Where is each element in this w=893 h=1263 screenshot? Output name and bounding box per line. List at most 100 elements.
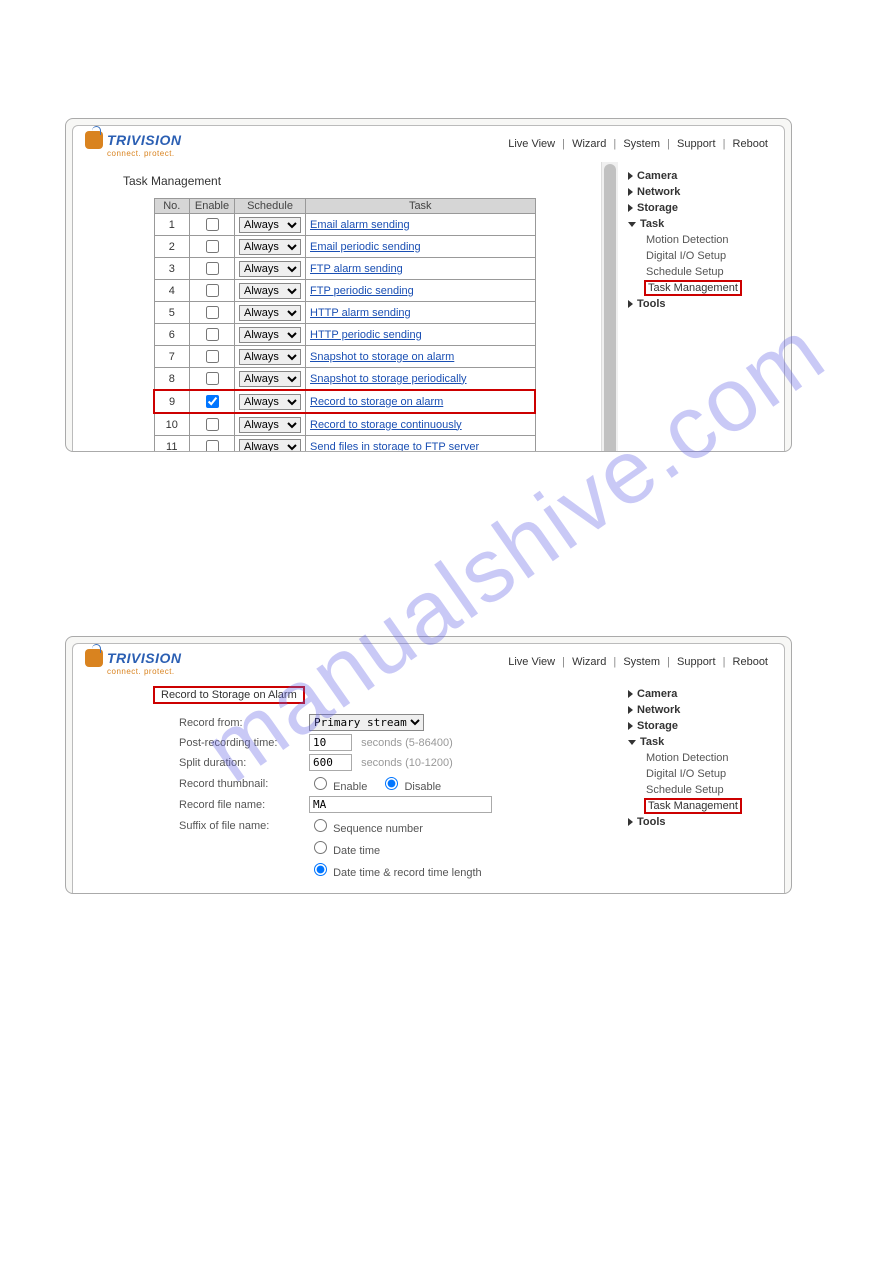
table-row: 5AlwaysHTTP alarm sending — [154, 302, 535, 324]
sidebar-sub-digital[interactable]: Digital I/O Setup — [618, 248, 778, 264]
enable-checkbox[interactable] — [206, 240, 219, 253]
radio-thumb-disable[interactable] — [385, 777, 398, 790]
sidebar-item-tools[interactable]: Tools — [618, 814, 778, 830]
cell-schedule: Always — [235, 302, 306, 324]
radio-thumb-enable[interactable] — [314, 777, 327, 790]
radio-suffix-seq[interactable] — [314, 819, 327, 832]
schedule-select[interactable]: Always — [239, 417, 301, 433]
nav-system[interactable]: System — [623, 656, 660, 668]
task-link[interactable]: FTP periodic sending — [310, 285, 414, 297]
input-split-duration[interactable] — [309, 754, 352, 771]
sidebar-sub-digital[interactable]: Digital I/O Setup — [618, 766, 778, 782]
label-split-duration: Split duration: — [179, 757, 309, 769]
nav-live-view[interactable]: Live View — [508, 138, 555, 150]
table-row: 4AlwaysFTP periodic sending — [154, 280, 535, 302]
label-filename: Record file name: — [179, 799, 309, 811]
sidebar-sub-motion[interactable]: Motion Detection — [618, 750, 778, 766]
sidebar-item-task[interactable]: Task — [618, 216, 778, 232]
label-suffix: Suffix of file name: — [179, 820, 309, 832]
enable-checkbox[interactable] — [206, 306, 219, 319]
schedule-select[interactable]: Always — [239, 283, 301, 299]
sidebar-item-task[interactable]: Task — [618, 734, 778, 750]
task-link[interactable]: FTP alarm sending — [310, 263, 403, 275]
nav-system[interactable]: System — [623, 138, 660, 150]
input-post-recording[interactable] — [309, 734, 352, 751]
cell-schedule: Always — [235, 236, 306, 258]
sidebar-sub-schedule[interactable]: Schedule Setup — [618, 264, 778, 280]
sidebar-sub-motion[interactable]: Motion Detection — [618, 232, 778, 248]
sidebar-sub-task-management[interactable]: Task Management — [644, 280, 742, 296]
nav-wizard[interactable]: Wizard — [572, 138, 606, 150]
cell-task: HTTP alarm sending — [306, 302, 536, 324]
cell-schedule: Always — [235, 390, 306, 413]
scrollbar[interactable] — [601, 162, 618, 452]
schedule-select[interactable]: Always — [239, 327, 301, 343]
schedule-select[interactable]: Always — [239, 239, 301, 255]
chevron-right-icon — [628, 188, 633, 196]
schedule-select[interactable]: Always — [239, 217, 301, 233]
cell-task: Snapshot to storage periodically — [306, 368, 536, 391]
nav-support[interactable]: Support — [677, 656, 716, 668]
sidebar-sub-schedule[interactable]: Schedule Setup — [618, 782, 778, 798]
table-row: 11AlwaysSend files in storage to FTP ser… — [154, 436, 535, 453]
logo-brand: TRIVISION — [107, 650, 182, 666]
cell-task: Record to storage on alarm — [306, 390, 536, 413]
task-link[interactable]: Record to storage on alarm — [310, 396, 443, 408]
task-link[interactable]: Snapshot to storage periodically — [310, 373, 467, 385]
cell-task: Email periodic sending — [306, 236, 536, 258]
label-post-recording: Post-recording time: — [179, 737, 309, 749]
page-title: Task Management — [123, 174, 612, 188]
sidebar-item-camera[interactable]: Camera — [618, 168, 778, 184]
sidebar-item-network[interactable]: Network — [618, 184, 778, 200]
task-link[interactable]: Record to storage continuously — [310, 419, 462, 431]
schedule-select[interactable]: Always — [239, 349, 301, 365]
main-content: Record to Storage on Alarm Record from: … — [73, 680, 618, 894]
sidebar-item-network[interactable]: Network — [618, 702, 778, 718]
sidebar-item-camera[interactable]: Camera — [618, 686, 778, 702]
sidebar-item-storage[interactable]: Storage — [618, 200, 778, 216]
nav-wizard[interactable]: Wizard — [572, 656, 606, 668]
enable-checkbox[interactable] — [206, 350, 219, 363]
enable-checkbox[interactable] — [206, 418, 219, 431]
task-link[interactable]: Email alarm sending — [310, 219, 410, 231]
label-record-from: Record from: — [179, 717, 309, 729]
schedule-select[interactable]: Always — [239, 305, 301, 321]
nav-reboot[interactable]: Reboot — [733, 656, 768, 668]
schedule-select[interactable]: Always — [239, 439, 301, 453]
nav-support[interactable]: Support — [677, 138, 716, 150]
enable-checkbox[interactable] — [206, 440, 219, 452]
input-filename[interactable] — [309, 796, 492, 813]
task-link[interactable]: HTTP periodic sending — [310, 329, 422, 341]
sidebar-item-tools[interactable]: Tools — [618, 296, 778, 312]
table-row: 7AlwaysSnapshot to storage on alarm — [154, 346, 535, 368]
task-table: No. Enable Schedule Task 1AlwaysEmail al… — [153, 198, 536, 452]
select-record-from[interactable]: Primary stream — [309, 714, 424, 731]
nav-live-view[interactable]: Live View — [508, 656, 555, 668]
cell-enable — [190, 346, 235, 368]
enable-checkbox[interactable] — [206, 218, 219, 231]
radio-suffix-datetime[interactable] — [314, 841, 327, 854]
task-link[interactable]: Email periodic sending — [310, 241, 421, 253]
schedule-select[interactable]: Always — [239, 261, 301, 277]
schedule-select[interactable]: Always — [239, 371, 301, 387]
enable-checkbox[interactable] — [206, 372, 219, 385]
table-row: 3AlwaysFTP alarm sending — [154, 258, 535, 280]
enable-checkbox[interactable] — [206, 262, 219, 275]
task-link[interactable]: HTTP alarm sending — [310, 307, 411, 319]
sidebar-item-storage[interactable]: Storage — [618, 718, 778, 734]
enable-checkbox[interactable] — [206, 328, 219, 341]
sidebar-sub-task-management[interactable]: Task Management — [644, 798, 742, 814]
logo-brand: TRIVISION — [107, 132, 182, 148]
enable-checkbox[interactable] — [206, 395, 219, 408]
table-row: 6AlwaysHTTP periodic sending — [154, 324, 535, 346]
task-link[interactable]: Send files in storage to FTP server — [310, 441, 479, 453]
cell-enable — [190, 236, 235, 258]
schedule-select[interactable]: Always — [239, 394, 301, 410]
radio-suffix-dt-length[interactable] — [314, 863, 327, 876]
col-schedule: Schedule — [235, 199, 306, 214]
nav-reboot[interactable]: Reboot — [733, 138, 768, 150]
table-row: 2AlwaysEmail periodic sending — [154, 236, 535, 258]
cell-task: FTP periodic sending — [306, 280, 536, 302]
enable-checkbox[interactable] — [206, 284, 219, 297]
task-link[interactable]: Snapshot to storage on alarm — [310, 351, 454, 363]
